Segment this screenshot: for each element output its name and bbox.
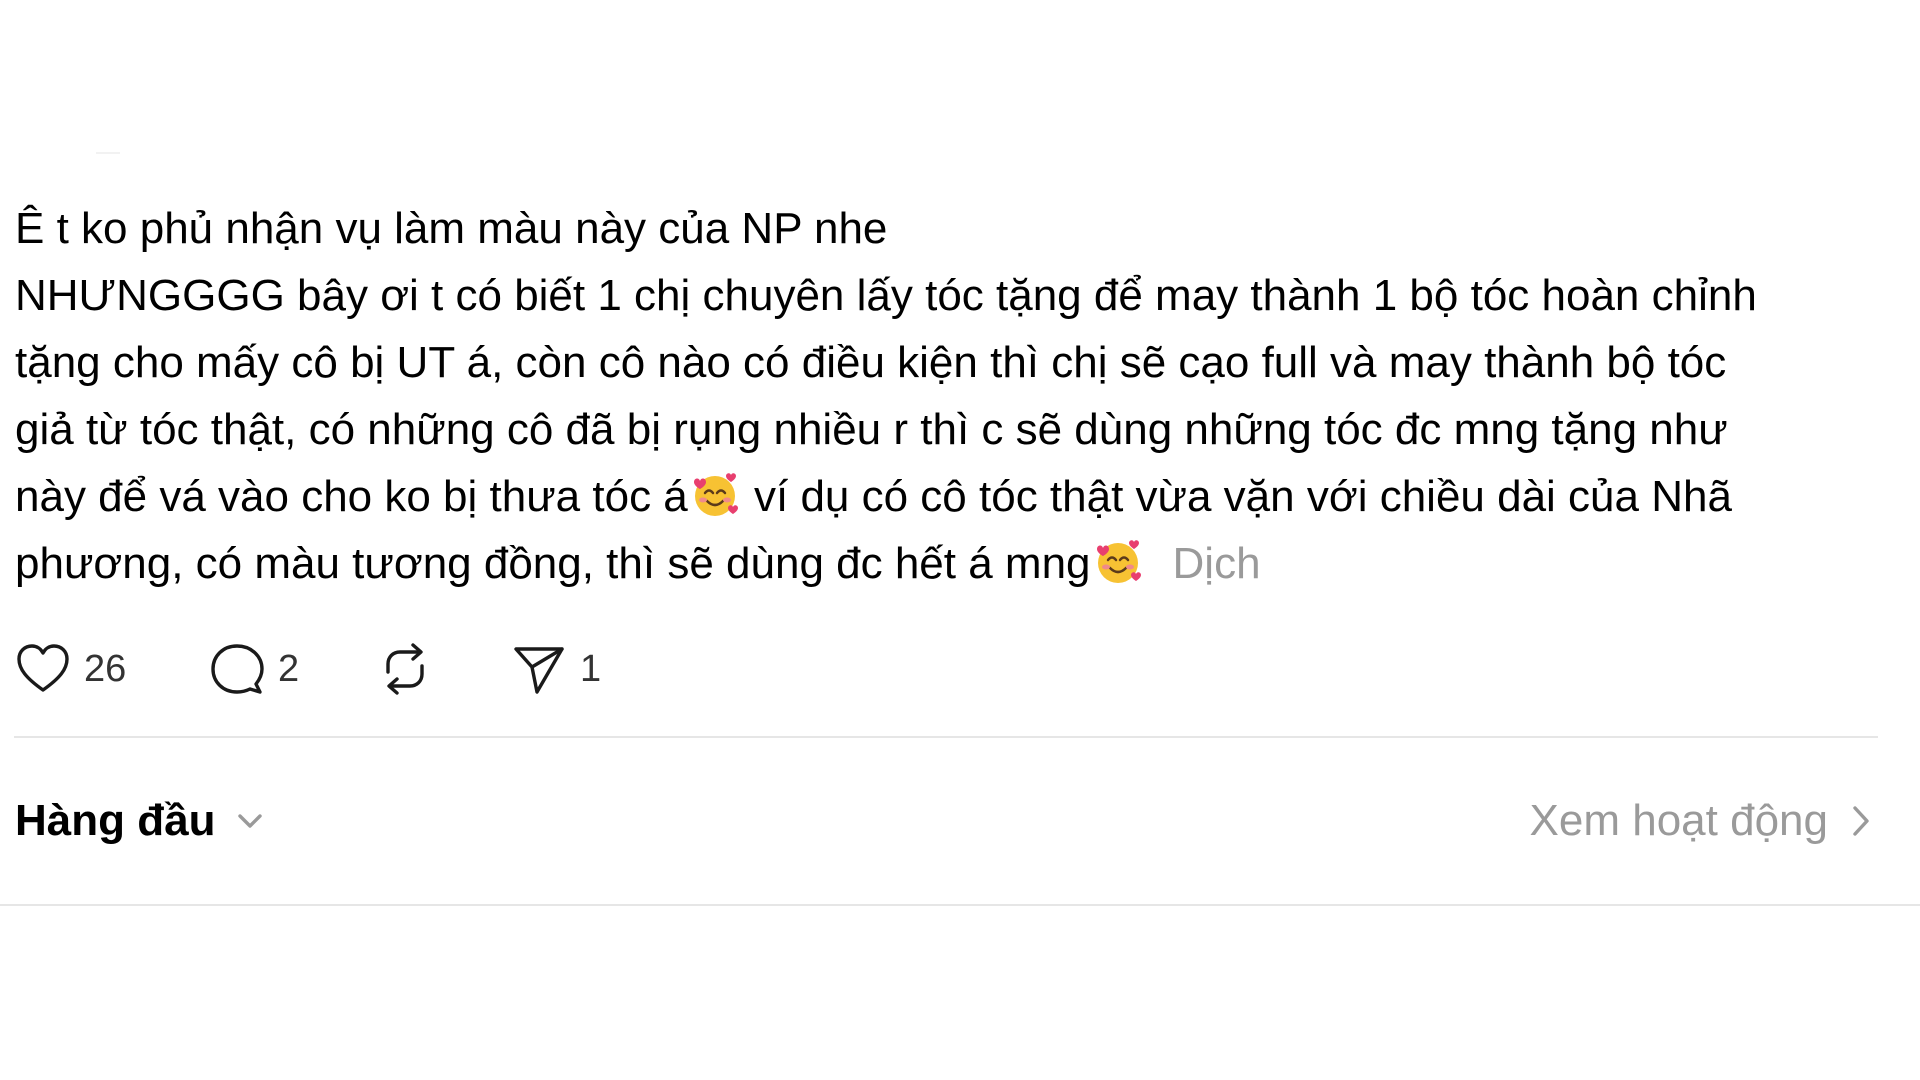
post-line-5: này để vá vào cho ko bị thưa tóc á ví dụ… <box>15 463 1895 530</box>
post-body: Ê t ko phủ nhận vụ làm màu này của NP nh… <box>15 195 1895 597</box>
post-line-5-text-b: ví dụ có cô tóc thật vừa vặn với chiều d… <box>741 472 1732 521</box>
sort-label-text: Hàng đầu <box>15 796 216 845</box>
translate-link[interactable]: Dịch <box>1173 539 1261 588</box>
heart-icon <box>17 644 69 692</box>
comment-sort-dropdown[interactable]: Hàng đầu <box>15 796 265 846</box>
avatar-edge <box>96 152 120 154</box>
comment-bubble-icon <box>211 644 264 694</box>
share-count: 1 <box>580 647 602 690</box>
post-actions-bar: 26 2 1 <box>14 640 601 698</box>
repost-button[interactable] <box>376 640 510 698</box>
like-count: 26 <box>84 647 127 690</box>
post-line-4: giả từ tóc thật, có những cô đã bị rụng … <box>15 405 1728 454</box>
post-line-5-text-a: này để vá vào cho ko bị thưa tóc á <box>15 472 688 521</box>
share-button[interactable]: 1 <box>510 640 601 698</box>
smiling-face-with-hearts-icon <box>1096 540 1141 584</box>
divider <box>0 904 1920 906</box>
like-button[interactable]: 26 <box>14 640 208 698</box>
reply-count: 2 <box>278 647 300 690</box>
thread-post-view: Ê t ko phủ nhận vụ làm màu này của NP nh… <box>0 0 1920 1080</box>
reply-button[interactable]: 2 <box>208 640 376 698</box>
post-line-1: Ê t ko phủ nhận vụ làm màu này của NP nh… <box>15 204 888 253</box>
chevron-right-icon <box>1853 806 1869 836</box>
chevron-down-icon <box>238 814 263 828</box>
post-line-2: NHƯNGGGG bây ơi t có biết 1 chị chuyên l… <box>15 271 1757 320</box>
repost-icon <box>386 643 424 695</box>
view-activity-link[interactable]: Xem hoạt động <box>1530 796 1876 846</box>
post-line-3: tặng cho mấy cô bị UT á, còn cô nào có đ… <box>15 338 1727 387</box>
send-paper-plane-icon <box>514 647 564 694</box>
divider <box>14 736 1878 738</box>
smiling-face-with-hearts-icon <box>693 473 738 517</box>
post-line-6-text: phương, có màu tương đồng, thì sẽ dùng đ… <box>15 539 1091 588</box>
activity-label-text: Xem hoạt động <box>1529 796 1828 845</box>
post-line-6: phương, có màu tương đồng, thì sẽ dùng đ… <box>15 530 1895 597</box>
